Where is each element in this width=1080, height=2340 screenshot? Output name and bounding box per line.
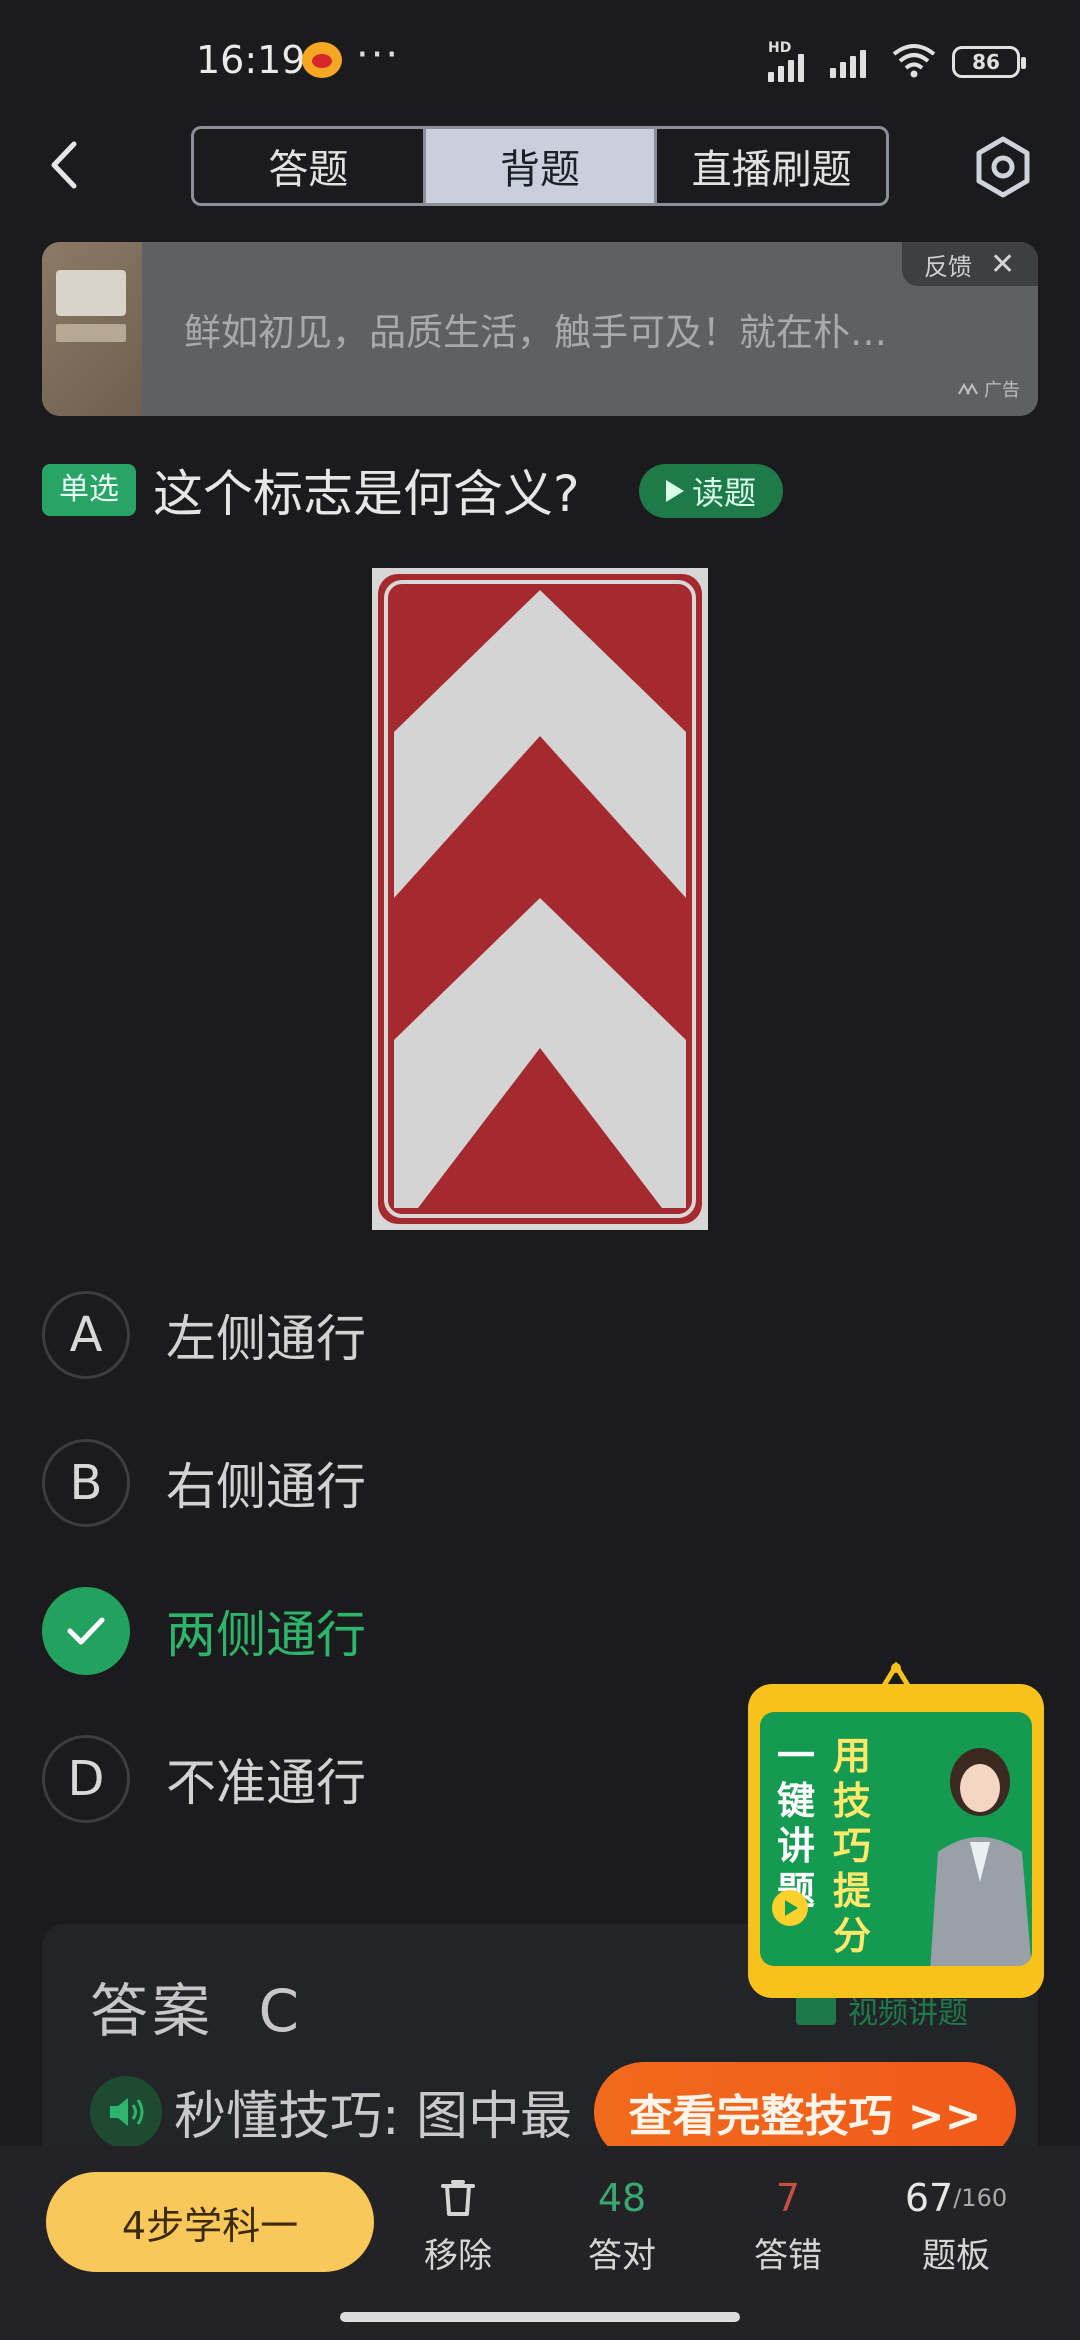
option-b-text: 右侧通行 <box>166 1458 366 1516</box>
ad-thumbnail <box>42 242 142 416</box>
correct-label: 答对 <box>588 2236 656 2276</box>
status-time: 16:19 <box>196 38 306 82</box>
answer-value: C <box>258 1977 303 2045</box>
tab-live[interactable]: 直播刷题 <box>657 129 886 203</box>
option-a-letter: A <box>42 1291 130 1379</box>
signal-icon <box>830 50 866 78</box>
home-indicator[interactable] <box>340 2312 740 2322</box>
option-b[interactable]: B 右侧通行 <box>42 1438 742 1528</box>
quick-tip-row: 秒懂技巧: 图中最 <box>90 2074 572 2149</box>
battery-icon: 86 <box>952 46 1026 78</box>
tab-answer[interactable]: 答题 <box>194 129 426 203</box>
board-label: 题板 <box>922 2236 990 2276</box>
promo-col-2: 用技巧提分 <box>832 1734 871 1958</box>
board-total: /160 <box>953 2184 1008 2212</box>
traffic-sign-image <box>372 568 708 1230</box>
read-question-button[interactable]: 读题 <box>639 464 783 518</box>
promo-inner: 一键讲题 用技巧提分 <box>760 1712 1032 1966</box>
ad-feedback-button[interactable]: 反馈 ✕ <box>902 242 1038 286</box>
presenter-image <box>930 1748 1032 1966</box>
video-icon <box>796 1995 836 2025</box>
play-icon <box>665 480 684 502</box>
question-text: 这个标志是何含义? <box>153 465 580 523</box>
study-steps-button[interactable]: 4步学科一 <box>46 2172 374 2272</box>
option-d-text: 不准通行 <box>166 1754 366 1812</box>
ad-label-text: 广告 <box>984 380 1020 401</box>
ad-feedback-label: 反馈 <box>924 252 972 281</box>
wifi-icon <box>892 44 936 78</box>
ad-label: 广告 <box>958 376 1020 402</box>
correct-count: 48 <box>597 2176 647 2220</box>
remove-button[interactable]: 移除 <box>388 2170 528 2277</box>
weibo-icon <box>302 42 342 78</box>
read-question-label: 读题 <box>691 474 756 512</box>
option-c-text: 两侧通行 <box>166 1606 366 1664</box>
play-icon <box>772 1890 808 1926</box>
close-icon[interactable]: ✕ <box>990 247 1015 282</box>
correct-count-button[interactable]: 48 答对 <box>552 2170 692 2277</box>
quick-tip-text: 秒懂技巧: 图中最 <box>174 2087 573 2147</box>
tab-memorize[interactable]: 背题 <box>425 129 658 203</box>
wrong-count: 7 <box>775 2176 801 2220</box>
back-arrow-icon[interactable] <box>44 140 84 190</box>
wrong-count-button[interactable]: 7 答错 <box>718 2170 858 2277</box>
promo-col-1: 一键讲题 <box>776 1734 815 1913</box>
option-d[interactable]: D 不准通行 <box>42 1734 742 1824</box>
remove-label: 移除 <box>424 2236 492 2276</box>
wrong-label: 答错 <box>754 2236 822 2276</box>
trash-icon <box>441 2180 475 2216</box>
board-progress: 67 /160 <box>886 2170 1026 2226</box>
answer-title: 答案 C <box>90 1964 303 2048</box>
option-d-letter: D <box>42 1735 130 1823</box>
speaker-icon[interactable] <box>90 2075 162 2148</box>
more-dots-icon: ··· <box>356 32 401 78</box>
option-a[interactable]: A 左侧通行 <box>42 1290 742 1380</box>
question-board-button[interactable]: 67 /160 题板 <box>886 2170 1026 2277</box>
status-bar: 16:19 ··· HD 86 <box>0 0 1080 120</box>
option-a-text: 左侧通行 <box>166 1310 366 1368</box>
app-page: 16:19 ··· HD 86 答题 背题 直播刷题 鲜如初见，品质生活，触手可… <box>0 0 1080 2340</box>
ad-text: 鲜如初见，品质生活，触手可及！就在朴… <box>184 311 887 354</box>
option-c[interactable]: 两侧通行 <box>42 1586 742 1676</box>
ad-logo-icon <box>958 383 978 395</box>
video-explain-promo[interactable]: 一键讲题 用技巧提分 <box>748 1662 1044 1998</box>
question-type-badge: 单选 <box>42 464 136 516</box>
ad-banner[interactable]: 鲜如初见，品质生活，触手可及！就在朴… 反馈 ✕ 广告 <box>42 242 1038 416</box>
settings-icon[interactable] <box>972 136 1034 198</box>
option-b-letter: B <box>42 1439 130 1527</box>
answer-label: 答案 <box>90 1977 215 2045</box>
checkmark-icon <box>42 1587 130 1675</box>
bottom-bar: 4步学科一 移除 48 答对 7 答错 67 /160 题板 <box>0 2146 1080 2340</box>
board-current: 67 <box>904 2176 954 2220</box>
mode-tabs: 答题 背题 直播刷题 <box>191 126 889 206</box>
